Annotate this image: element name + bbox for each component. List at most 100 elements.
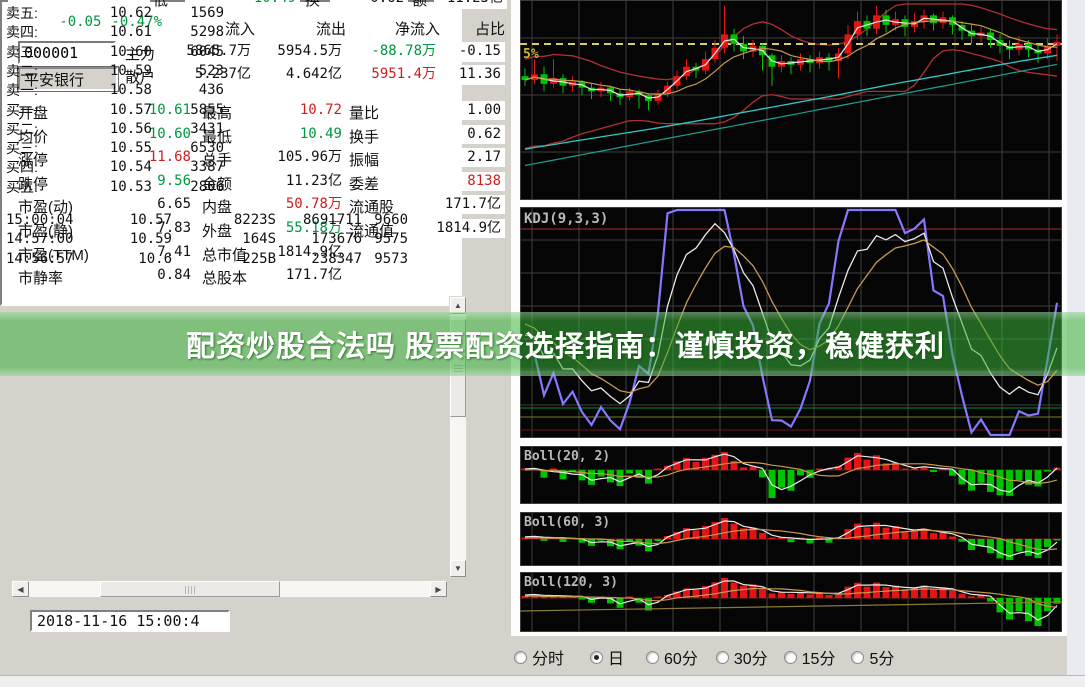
boll120-chart[interactable]: Boll(120, 3) [520,572,1062,632]
quote-value: 2.17 [415,148,505,167]
turnover-value: 0.62 [330,0,408,9]
horizontal-scrollbar[interactable]: ◀ ▶ [11,580,448,598]
quote-value: 11.23亿 [262,172,346,191]
trading-app-window: 低 10.49 换 0.62 额 11.23亿 -0.05 -0.47% 流入 … [0,0,1085,687]
period-label: 60分 [664,645,698,669]
ladder-row-label: 买一: [6,101,38,120]
quote-label: 市静率 [18,267,63,288]
period-label: 分时 [532,645,564,669]
transaction-price: 10.59 [80,230,172,249]
ladder-volume: 6530 [150,139,224,158]
flow-cell: 4.642亿 [258,65,346,85]
ladder-price: 10.56 [60,120,152,139]
quote-value: 1814.9亿 [415,219,505,238]
ladder-price: 10.53 [60,178,152,197]
ladder-price: 10.57 [60,101,152,120]
ladder-row-label: 卖二: [6,62,38,81]
quote-value: 1.00 [415,101,505,120]
quote-label: 换手 [349,126,379,147]
radio-icon[interactable] [590,651,603,664]
ladder-volume: 1569 [150,4,224,23]
flow-header-ratio: 占比 [442,20,505,39]
quote-value: 0.84 [111,266,195,285]
ladder-row-label: 买三: [6,139,38,158]
period-option-3[interactable]: 60分 [646,645,698,669]
quote-value: 171.7亿 [262,266,346,285]
ad-banner[interactable]: 配资炒股合法吗 股票配资选择指南：谨慎投资，稳健获利 [0,312,1085,376]
transaction-amount: 173676 [280,230,362,249]
ladder-price: 10.54 [60,158,152,177]
scroll-down-button[interactable]: ▼ [450,560,466,577]
flow-cell: 5951.4万 [348,65,440,85]
transaction-volume: 8223S [190,211,276,230]
scroll-left-button[interactable]: ◀ [12,581,29,597]
ladder-volume: 5855 [150,101,224,120]
scroll-right-button[interactable]: ▶ [430,581,447,597]
radio-icon[interactable] [851,651,864,664]
svg-text:Boll(20, 2): Boll(20, 2) [524,449,610,464]
ladder-row-label: 卖四: [6,23,38,42]
svg-text:Boll(120, 3): Boll(120, 3) [524,575,618,590]
ladder-row-label: 卖五: [6,4,38,23]
transaction-time: 15:00:04 [6,211,73,230]
quote-value: 10.72 [262,101,346,120]
period-option-4[interactable]: 30分 [716,645,768,669]
period-label: 30分 [734,645,768,669]
ad-banner-text: 配资炒股合法吗 股票配资选择指南：谨慎投资，稳健获利 [186,323,945,365]
quote-value: 10.49 [262,125,346,144]
boll60-chart[interactable]: Boll(60, 3) [520,512,1062,566]
ladder-volume: 2806 [150,178,224,197]
transaction-time: 14:57:00 [6,230,73,249]
ladder-price: 10.58 [60,81,152,100]
amount-value: 11.23亿 [434,0,507,9]
period-label: 15分 [802,645,836,669]
datetime-box: 2018-11-16 15:00:4 [30,610,230,632]
radio-dot [594,655,599,660]
quote-value: 0.62 [415,125,505,144]
kline-chart[interactable]: 5% [520,0,1062,200]
ladder-volume: 436 [150,81,224,100]
flow-cell: -0.15 [442,42,505,62]
period-label: 日 [608,645,624,669]
transaction-seq: 9575 [368,230,408,249]
radio-icon[interactable] [716,651,729,664]
radio-icon[interactable] [514,651,527,664]
ladder-row-label: 买四: [6,158,38,177]
quote-label: 总股本 [202,267,247,288]
transaction-price: 10.6 [80,250,172,269]
ladder-price: 10.61 [60,23,152,42]
ladder-price: 10.59 [60,62,152,81]
boll20-chart[interactable]: Boll(20, 2) [520,446,1062,504]
transaction-time: 14:56:57 [6,250,73,269]
quote-value: 105.96万 [262,148,346,167]
amount-label: 额 [412,0,427,10]
period-selector: 分时 日 60分 30分 15分 5分 [514,646,984,668]
flow-cell: -88.78万 [348,42,440,62]
svg-text:5%: 5% [523,47,539,62]
ladder-volume: 3431 [150,120,224,139]
radio-icon[interactable] [646,651,659,664]
ladder-volume: 6045 [150,43,224,62]
period-option-5[interactable]: 15分 [784,645,836,669]
period-option-6[interactable]: 5分 [851,645,894,669]
quote-label: 委差 [349,173,379,194]
transaction-amount: 8691711 [280,211,362,230]
turnover-label: 换 [305,0,320,10]
ladder-volume: 523 [150,62,224,81]
ladder-row-label: 买二: [6,120,38,139]
period-option-2[interactable]: 日 [590,645,624,669]
flow-header-net: 净流入 [348,20,440,39]
horizontal-scroll-thumb[interactable] [100,581,280,597]
quote-value: 171.7亿 [415,195,505,214]
ladder-price: 10.55 [60,139,152,158]
transaction-price: 10.57 [80,211,172,230]
quote-label: 量比 [349,102,379,123]
ladder-price: 10.60 [60,43,152,62]
ladder-row-label: 卖三: [6,43,38,62]
radio-icon[interactable] [784,651,797,664]
footer-bar [0,675,1085,687]
period-option-1[interactable]: 分时 [514,645,564,669]
ladder-row-label: 买五: [6,178,38,197]
ladder-volume: 3387 [150,158,224,177]
ladder-volume: 5298 [150,23,224,42]
